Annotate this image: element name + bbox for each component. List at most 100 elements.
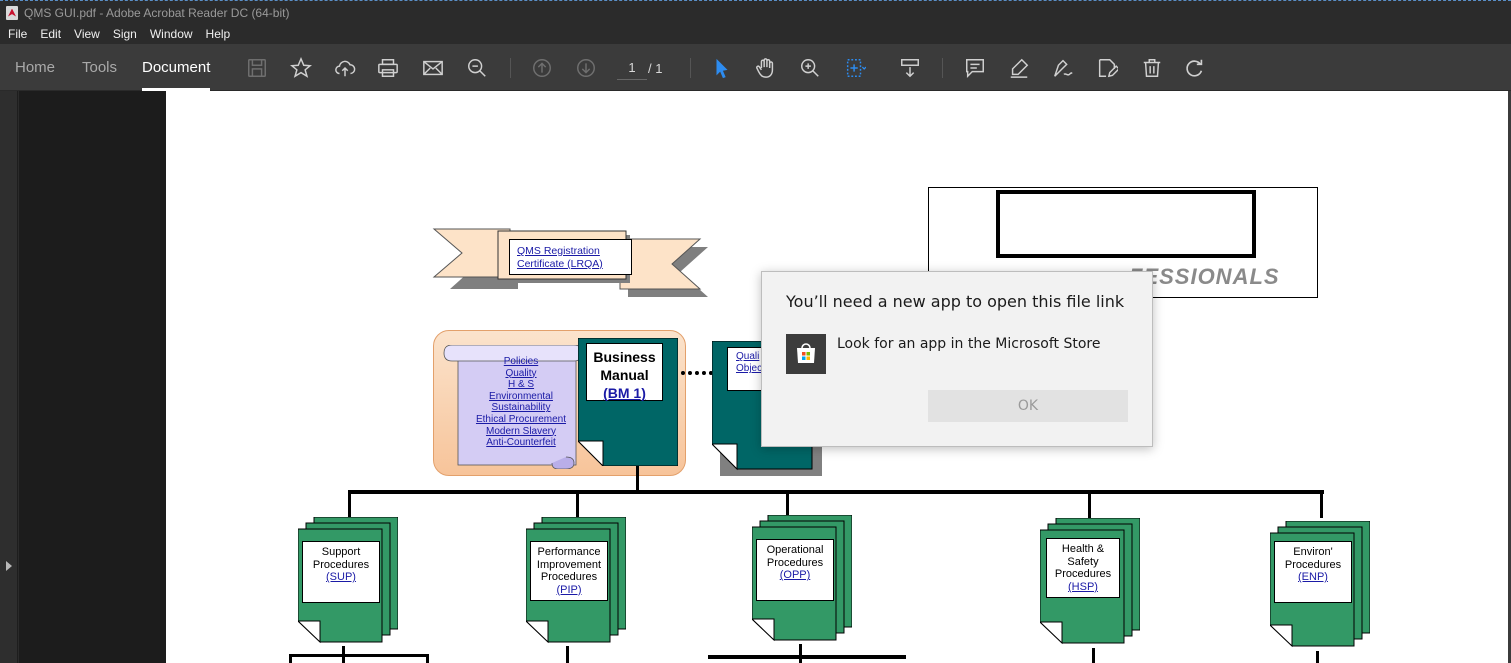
scroll-mode-icon[interactable] [895, 53, 925, 83]
procedure-support-label[interactable]: Support Procedures (SUP) [302, 541, 380, 603]
zoom-out-icon[interactable] [462, 53, 492, 83]
window-title: QMS GUI.pdf - Adobe Acrobat Reader DC (6… [24, 5, 290, 20]
policy-link[interactable]: Environmental [466, 391, 576, 403]
toolbar-separator [942, 58, 943, 78]
procedure-line: Environ' [1293, 546, 1333, 558]
procedure-line: Safety [1067, 555, 1099, 568]
procedure-line: Operational [766, 544, 824, 556]
procedure-link-opp[interactable]: (OPP) [759, 569, 831, 582]
policy-link[interactable]: H & S [466, 379, 576, 391]
policy-link[interactable]: Sustainability [466, 402, 576, 414]
policy-link[interactable]: Policies [466, 356, 576, 368]
connector-line [289, 654, 429, 657]
policy-link[interactable]: Ethical Procurement [466, 414, 576, 426]
zoom-in-icon[interactable] [795, 53, 825, 83]
select-cursor-icon[interactable] [707, 53, 737, 83]
connector-line [786, 490, 789, 518]
connector-line [289, 654, 292, 663]
mail-icon[interactable] [418, 53, 448, 83]
procedure-line: Health & [1061, 543, 1105, 555]
procedure-environmental-label[interactable]: Environ' Procedures (ENP) [1274, 541, 1352, 603]
policy-link[interactable]: Anti-Counterfeit [466, 437, 576, 449]
menu-help[interactable]: Help [206, 27, 231, 41]
save-icon[interactable] [242, 53, 272, 83]
expand-panel-icon[interactable] [6, 561, 12, 571]
procedure-link-pip[interactable]: (PIP) [533, 584, 605, 597]
toolbar: Home Tools Document 1 / 1 [0, 44, 1511, 91]
procedure-health-safety-label[interactable]: Health & Safety Procedures (HSP) [1046, 538, 1120, 598]
dotted-connector [681, 371, 713, 375]
menu-window[interactable]: Window [150, 27, 193, 41]
delete-icon[interactable] [1137, 53, 1167, 83]
microsoft-store-icon[interactable] [786, 334, 826, 374]
procedure-line: Performance [537, 546, 601, 558]
connector-line [348, 490, 351, 518]
connector-line [348, 490, 1324, 494]
page-total: / 1 [648, 60, 663, 76]
procedure-line: Improvement [536, 558, 602, 571]
connector-line [576, 490, 579, 518]
procedure-line: Procedures [1054, 568, 1112, 581]
connector-line [799, 644, 802, 663]
procedure-performance-label[interactable]: Performance Improvement Procedures (PIP) [530, 541, 608, 601]
title-bar: QMS GUI.pdf - Adobe Acrobat Reader DC (6… [0, 0, 1511, 24]
procedure-line: Procedures [312, 558, 370, 571]
rotate-icon[interactable] [1180, 53, 1210, 83]
open-with-dialog: You’ll need a new app to open this file … [761, 271, 1153, 447]
connector-line [566, 646, 569, 663]
connector-line [1092, 648, 1095, 663]
policy-link[interactable]: Quality [466, 368, 576, 380]
print-icon[interactable] [373, 53, 403, 83]
side-panel-rail [0, 91, 18, 663]
sign-icon[interactable] [1048, 53, 1078, 83]
ok-button[interactable]: OK [928, 390, 1128, 422]
star-icon[interactable] [286, 53, 316, 83]
page-number-input[interactable]: 1 [617, 56, 647, 80]
connector-line [1320, 490, 1323, 518]
store-option-label[interactable]: Look for an app in the Microsoft Store [837, 336, 1100, 352]
hand-icon[interactable] [751, 53, 781, 83]
acrobat-icon [6, 5, 18, 20]
fill-sign-icon[interactable] [1092, 53, 1122, 83]
toolbar-separator [510, 58, 511, 78]
procedure-link-sup[interactable]: (SUP) [305, 571, 377, 584]
business-manual-line2: Manual [600, 367, 649, 383]
menu-view[interactable]: View [74, 27, 100, 41]
procedure-link-enp[interactable]: (ENP) [1277, 571, 1349, 584]
certificate-label[interactable]: QMS Registration Certificate (LRQA) [509, 239, 632, 275]
connector-line [426, 654, 429, 663]
procedure-line: Procedures [540, 571, 598, 584]
procedure-line: Procedures [766, 556, 824, 569]
dialog-title: You’ll need a new app to open this file … [786, 292, 1125, 311]
toolbar-separator [690, 58, 691, 78]
procedure-line: Procedures [1284, 558, 1342, 571]
business-manual-label[interactable]: Business Manual (BM 1) [586, 343, 663, 401]
menu-edit[interactable]: Edit [40, 27, 61, 41]
brand-logo-redacted [996, 190, 1256, 258]
fit-page-icon[interactable] [840, 53, 870, 83]
tab-home[interactable]: Home [15, 44, 55, 91]
procedure-link-hsp[interactable]: (HSP) [1049, 581, 1117, 594]
highlight-icon[interactable] [1004, 53, 1034, 83]
business-manual-line1: Business [593, 349, 656, 365]
comment-icon[interactable] [960, 53, 990, 83]
page-up-icon[interactable] [527, 53, 557, 83]
certificate-link-line2[interactable]: Certificate (LRQA) [517, 258, 631, 271]
menu-sign[interactable]: Sign [113, 27, 137, 41]
certificate-link-line1[interactable]: QMS Registration [517, 245, 631, 258]
policy-link[interactable]: Modern Slavery [466, 426, 576, 438]
connector-line [1088, 490, 1091, 518]
tab-document[interactable]: Document [142, 44, 211, 91]
menu-file[interactable]: File [8, 27, 27, 41]
connector-line [708, 655, 906, 659]
business-manual-link[interactable]: (BM 1) [587, 384, 662, 402]
navigation-pane [19, 91, 166, 663]
connector-line [636, 466, 639, 492]
page-down-icon[interactable] [571, 53, 601, 83]
procedure-line: Support [321, 546, 361, 558]
policies-list: Policies Quality H & S Environmental Sus… [466, 356, 576, 449]
procedure-operational-label[interactable]: Operational Procedures (OPP) [756, 539, 834, 601]
connector-line [1316, 651, 1319, 663]
upload-cloud-icon[interactable] [330, 53, 360, 83]
tab-tools[interactable]: Tools [82, 44, 117, 91]
